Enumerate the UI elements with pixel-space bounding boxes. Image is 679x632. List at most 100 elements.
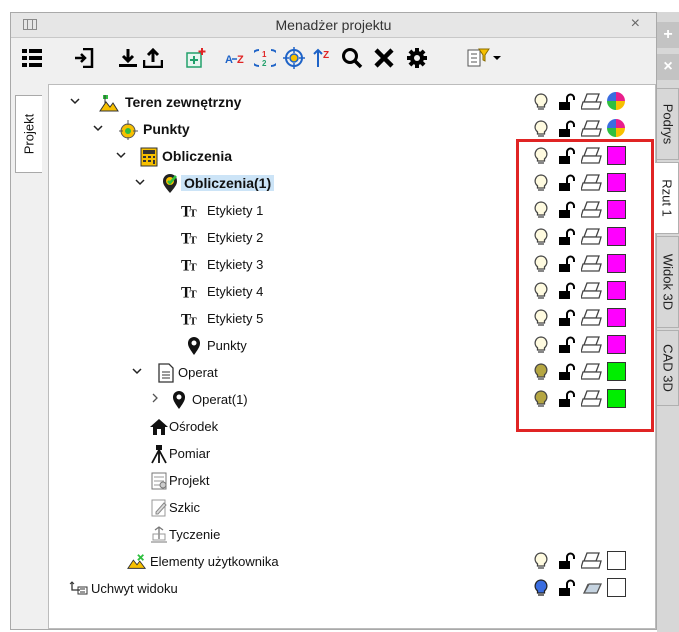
list-icon[interactable] [19, 45, 45, 71]
tree-row-uchwyt-widoku[interactable]: Uchwyt widoku [49, 576, 655, 602]
tab-projekt[interactable]: Projekt [15, 95, 42, 173]
chevron-down-icon[interactable] [134, 176, 146, 188]
tab-rzut-1[interactable]: Rzut 1 [655, 162, 679, 234]
tree-label: Pomiar [169, 446, 211, 461]
staking-icon [149, 525, 169, 545]
user-elements-icon [127, 552, 147, 572]
tree-label: Elementy użytkownika [150, 554, 279, 569]
tab-podrys[interactable]: Podrys [657, 88, 679, 160]
text-tt-icon: TT [181, 282, 201, 302]
tree-label: Etykiety 5 [207, 311, 264, 326]
tree-label: Punkty [143, 121, 190, 137]
target-icon[interactable] [281, 45, 307, 71]
printer-icon[interactable] [580, 551, 603, 574]
visibility-bulb-icon[interactable] [533, 551, 549, 574]
add-layer-icon[interactable] [183, 45, 209, 71]
color-swatch[interactable] [607, 578, 626, 597]
map-pin-icon [184, 336, 204, 356]
svg-text:T: T [189, 288, 196, 300]
sort-numeric-icon[interactable]: 12 [252, 45, 278, 71]
tree-label: Etykiety 3 [207, 257, 264, 272]
chevron-down-icon[interactable] [69, 95, 81, 107]
tree-label: Ośrodek [169, 419, 219, 434]
text-tt-icon: TT [181, 309, 201, 329]
document-icon [156, 363, 176, 383]
settings-icon[interactable] [404, 45, 430, 71]
tree-row-projekt[interactable]: Projekt [49, 468, 655, 494]
tree-label: Obliczenia [162, 148, 233, 164]
upload-icon[interactable] [140, 45, 166, 71]
check-pin-icon [160, 174, 180, 194]
tree-label: Tyczenie [169, 527, 221, 542]
unlock-icon[interactable] [558, 578, 576, 601]
tab-label: Widok 3D [660, 253, 675, 311]
title-bar[interactable]: Menadżer projektu × [11, 13, 656, 38]
map-pin-icon [169, 390, 189, 410]
svg-text:Z: Z [323, 50, 329, 61]
close-icon[interactable]: × [657, 54, 679, 80]
svg-text:T: T [189, 315, 196, 327]
tab-label: Rzut 1 [659, 179, 674, 217]
toolbar: AZ 12 Z [11, 38, 656, 78]
tab-cad-3d[interactable]: CAD 3D [657, 330, 679, 406]
tab-widok-3d[interactable]: Widok 3D [657, 236, 679, 328]
visibility-bulb-icon[interactable] [533, 92, 549, 115]
add-icon[interactable]: + [657, 22, 679, 48]
tree-label: Etykiety 1 [207, 203, 264, 218]
delete-icon[interactable] [371, 45, 397, 71]
tree-row-pomiar[interactable]: Pomiar [49, 441, 655, 467]
tab-projekt-label: Projekt [21, 113, 37, 155]
tree-label: Operat [178, 365, 218, 380]
calculator-icon [139, 147, 159, 167]
tree-label: Etykiety 4 [207, 284, 264, 299]
tree-label: Operat(1) [192, 392, 248, 407]
tree-row-teren[interactable]: Teren zewnętrzny [49, 90, 655, 116]
download-icon[interactable] [115, 45, 141, 71]
tree-label: Etykiety 2 [207, 230, 264, 245]
chevron-right-icon[interactable] [149, 392, 161, 404]
terrain-icon [99, 93, 119, 113]
text-tt-icon: TT [181, 255, 201, 275]
tree-label: Szkic [169, 500, 201, 515]
svg-text:Z: Z [237, 54, 244, 66]
tree-label: Teren zewnętrzny [125, 94, 242, 110]
svg-text:T: T [189, 207, 196, 219]
close-icon[interactable]: × [631, 15, 640, 33]
tree-label: Punkty [207, 338, 247, 353]
tree-row-elementy-uzytkownika[interactable]: Elementy użytkownika [49, 549, 655, 575]
tree-label: Uchwyt widoku [91, 581, 178, 596]
eraser-icon[interactable] [581, 578, 603, 601]
text-tt-icon: TT [181, 228, 201, 248]
chevron-down-icon[interactable] [115, 149, 127, 161]
chevron-down-icon[interactable] [92, 122, 104, 134]
color-swatch[interactable] [607, 551, 626, 570]
sort-up-icon[interactable]: Z [310, 45, 336, 71]
text-tt-icon: TT [181, 201, 201, 221]
house-icon [149, 417, 169, 437]
sort-az-icon[interactable]: AZ [223, 45, 249, 71]
svg-text:2: 2 [262, 59, 267, 68]
search-icon[interactable] [339, 45, 365, 71]
unlock-icon[interactable] [558, 551, 576, 574]
svg-text:T: T [189, 234, 196, 246]
chevron-down-icon[interactable] [131, 365, 143, 377]
svg-text:A: A [225, 54, 233, 66]
highlight-frame [516, 139, 654, 432]
color-multicolor-icon[interactable] [607, 92, 625, 110]
project-icon [149, 471, 169, 491]
tree-row-tyczenie[interactable]: Tyczenie [49, 522, 655, 548]
filter-dropdown-icon[interactable] [465, 45, 503, 71]
tree-label: Obliczenia(1) [181, 175, 275, 191]
tree-label: Projekt [169, 473, 210, 488]
tree-row-szkic[interactable]: Szkic [49, 495, 655, 521]
unlock-icon[interactable] [558, 92, 576, 115]
import-icon[interactable] [71, 45, 97, 71]
tab-label: CAD 3D [660, 344, 675, 392]
points-target-icon [118, 120, 138, 140]
color-multicolor-icon[interactable] [607, 119, 625, 137]
printer-icon[interactable] [580, 92, 603, 115]
visibility-bulb-icon[interactable] [533, 578, 549, 601]
svg-text:1: 1 [262, 50, 267, 59]
right-tab-strip: + × Podrys Rzut 1 Widok 3D CAD 3D [655, 12, 679, 632]
view-handle-icon [69, 579, 89, 599]
